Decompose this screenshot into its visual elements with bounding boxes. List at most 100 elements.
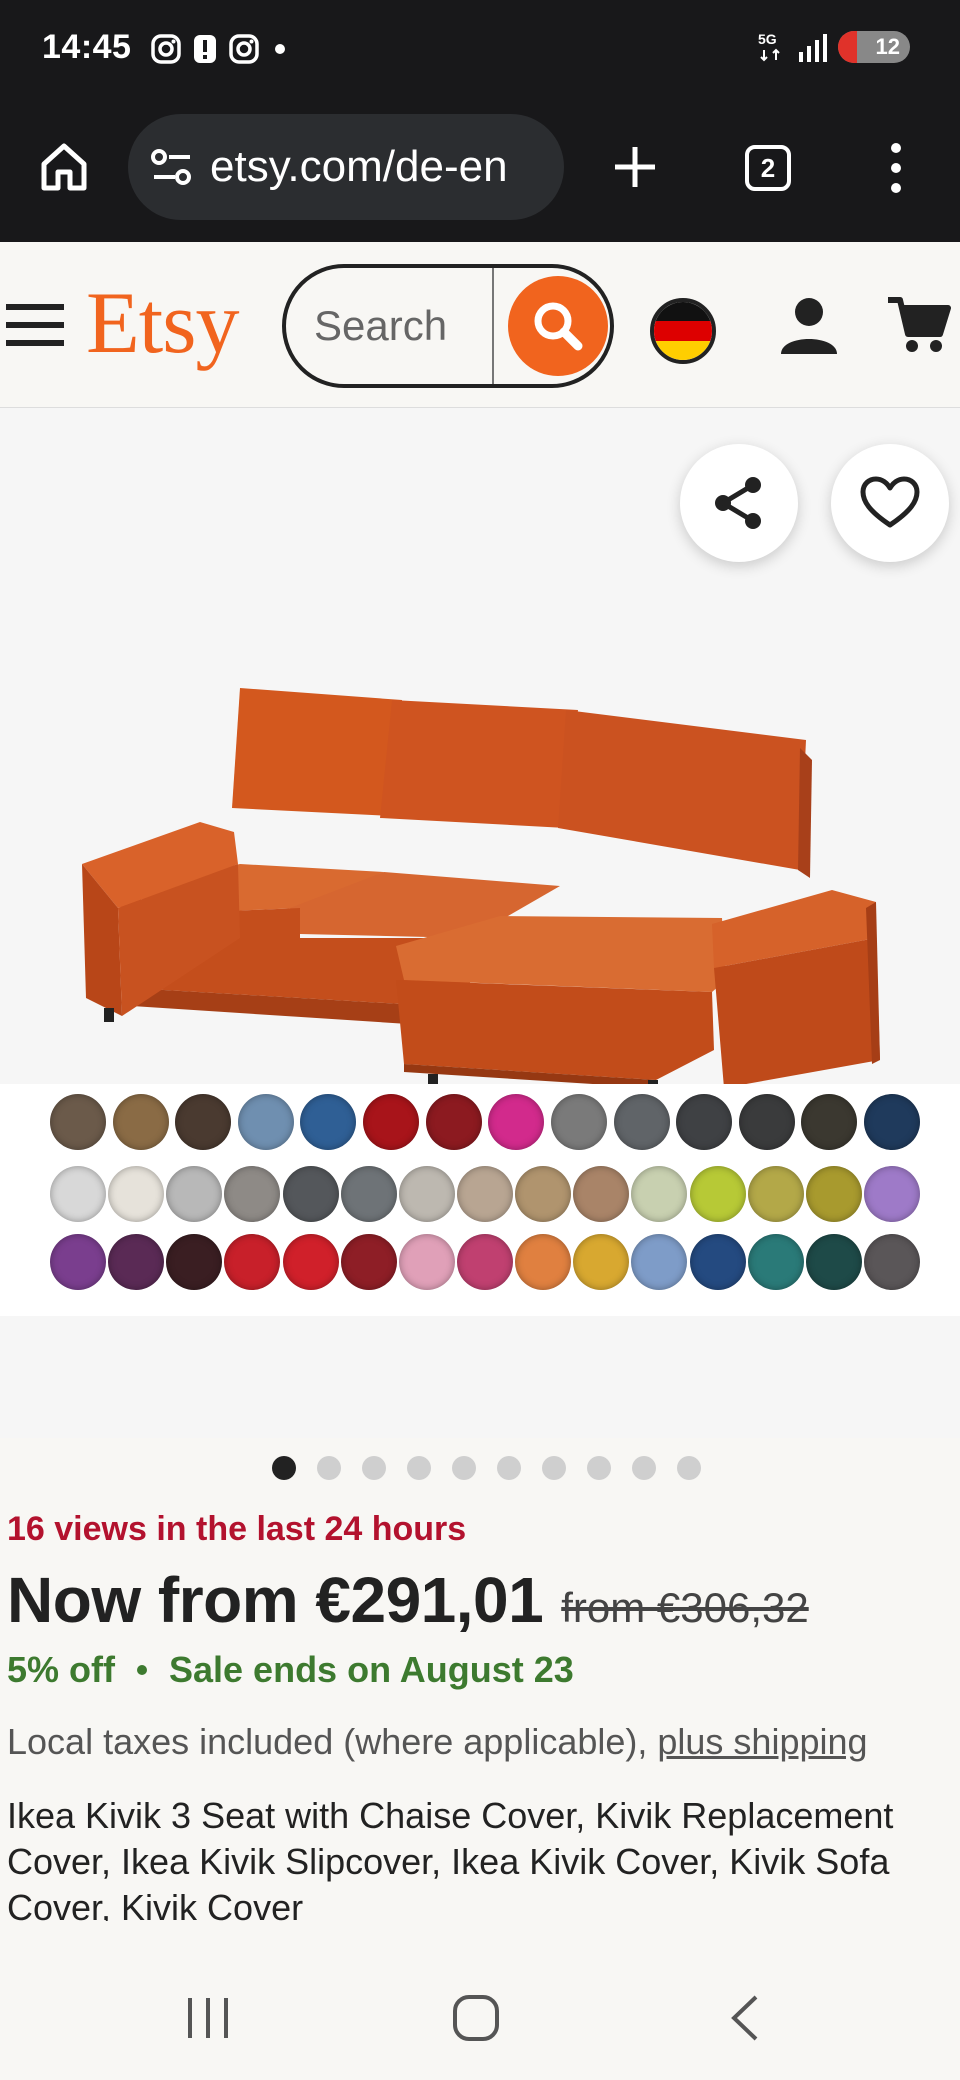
back-button[interactable] (728, 1994, 760, 2047)
system-icons: 5G 12 (758, 30, 910, 64)
fabric-swatch (224, 1234, 281, 1290)
fabric-swatch (112, 1094, 169, 1150)
bullet-separator (137, 1665, 147, 1675)
alert-icon (194, 35, 216, 63)
fabric-swatch (237, 1094, 294, 1150)
account-button[interactable] (778, 294, 840, 361)
fabric-swatch (488, 1094, 545, 1150)
fabric-swatch (166, 1234, 223, 1290)
home-icon (41, 143, 87, 191)
home-button[interactable] (36, 138, 92, 199)
discount-label: 5% off (7, 1649, 115, 1690)
fabric-swatch (747, 1166, 804, 1222)
cart-button[interactable] (886, 294, 952, 361)
sofa-product-image (82, 688, 880, 1088)
search-input[interactable] (314, 294, 484, 358)
fabric-swatch (175, 1094, 232, 1150)
fabric-swatch (108, 1166, 165, 1222)
heart-icon (860, 476, 920, 528)
address-bar[interactable]: etsy.com/de-en (128, 114, 564, 220)
hamburger-icon (6, 304, 64, 346)
views-count: 16 views in the last 24 hours (7, 1510, 467, 1548)
instagram-icon (151, 34, 181, 64)
status-time: 14:45 (42, 28, 132, 66)
battery-icon: 12 (838, 31, 910, 63)
fabric-swatch (573, 1166, 630, 1222)
more-vertical-icon (891, 143, 901, 193)
dot-icon (275, 44, 285, 54)
fabric-swatch (282, 1234, 339, 1290)
fabric-swatch (864, 1234, 920, 1290)
search-icon (534, 302, 583, 351)
signal-icon (799, 34, 827, 62)
fabric-swatch (689, 1234, 746, 1290)
svg-text:5G: 5G (758, 31, 777, 47)
tab-switcher-button[interactable]: 2 (745, 145, 791, 191)
fabric-swatch (738, 1094, 795, 1150)
pagination-dot[interactable] (541, 1456, 566, 1480)
search-button[interactable] (508, 276, 608, 376)
new-tab-button[interactable] (610, 142, 660, 197)
region-flag-button[interactable] (650, 298, 716, 364)
fabric-swatch (282, 1166, 339, 1222)
etsy-logo[interactable]: Etsy (86, 280, 239, 368)
fabric-swatch (224, 1166, 281, 1222)
site-settings-icon[interactable] (150, 147, 194, 187)
fabric-swatch (50, 1166, 106, 1222)
menu-button[interactable] (6, 302, 64, 353)
fabric-swatch (398, 1234, 455, 1290)
instagram-icon (229, 34, 259, 64)
home-nav-icon (453, 1995, 499, 2041)
fabric-swatch (689, 1166, 746, 1222)
recent-apps-icon (188, 1998, 228, 2038)
browser-menu-button[interactable] (878, 140, 914, 201)
pagination-dot[interactable] (631, 1456, 656, 1480)
network-5g-icon: 5G (758, 31, 780, 62)
user-icon (781, 298, 837, 354)
current-price: Now from €291,01 (7, 1564, 544, 1636)
fabric-swatch (515, 1234, 572, 1290)
favorite-button[interactable] (831, 444, 949, 562)
pagination-dot[interactable] (316, 1456, 341, 1480)
pagination-dot[interactable] (451, 1456, 476, 1480)
product-image-gallery[interactable] (0, 408, 960, 1480)
fabric-swatch (457, 1166, 513, 1222)
fabric-swatch (108, 1234, 165, 1290)
fabric-swatch (398, 1166, 455, 1222)
back-icon (731, 1995, 758, 2041)
sale-end-label: Sale ends on August 23 (169, 1649, 574, 1690)
plus-icon (615, 147, 655, 187)
search-divider (492, 268, 494, 384)
fabric-swatch (340, 1166, 397, 1222)
fabric-swatch (515, 1166, 572, 1222)
original-price: from €306,32 (561, 1584, 809, 1631)
pagination-dot[interactable] (361, 1456, 386, 1480)
cart-icon (888, 297, 951, 352)
site-header: Etsy (0, 242, 960, 408)
fabric-swatch (340, 1234, 397, 1290)
battery-level: 12 (875, 34, 900, 59)
share-button[interactable] (680, 444, 798, 562)
notification-icons (150, 32, 290, 66)
fabric-swatch (50, 1234, 106, 1290)
home-nav-button[interactable] (452, 1994, 500, 2047)
pagination-dot[interactable] (406, 1456, 431, 1480)
fabric-swatch (457, 1234, 513, 1290)
shipping-link[interactable]: plus shipping (657, 1721, 867, 1762)
system-navigation-bar (0, 1950, 960, 2080)
pagination-dot[interactable] (271, 1456, 296, 1480)
fabric-swatch (747, 1234, 804, 1290)
fabric-swatch (550, 1094, 607, 1150)
pagination-dot[interactable] (496, 1456, 521, 1480)
browser-toolbar: etsy.com/de-en 2 (0, 100, 960, 242)
recent-apps-button[interactable] (186, 1996, 230, 2045)
pagination-dot[interactable] (676, 1456, 701, 1480)
fabric-swatch (300, 1094, 357, 1150)
fabric-swatch (864, 1166, 920, 1222)
search-box (282, 264, 614, 388)
fabric-swatch (805, 1234, 862, 1290)
product-title: Ikea Kivik 3 Seat with Chaise Cover, Kiv… (7, 1795, 894, 1921)
pagination-dot[interactable] (586, 1456, 611, 1480)
fabric-swatch (425, 1094, 482, 1150)
fabric-swatches (0, 1084, 960, 1316)
